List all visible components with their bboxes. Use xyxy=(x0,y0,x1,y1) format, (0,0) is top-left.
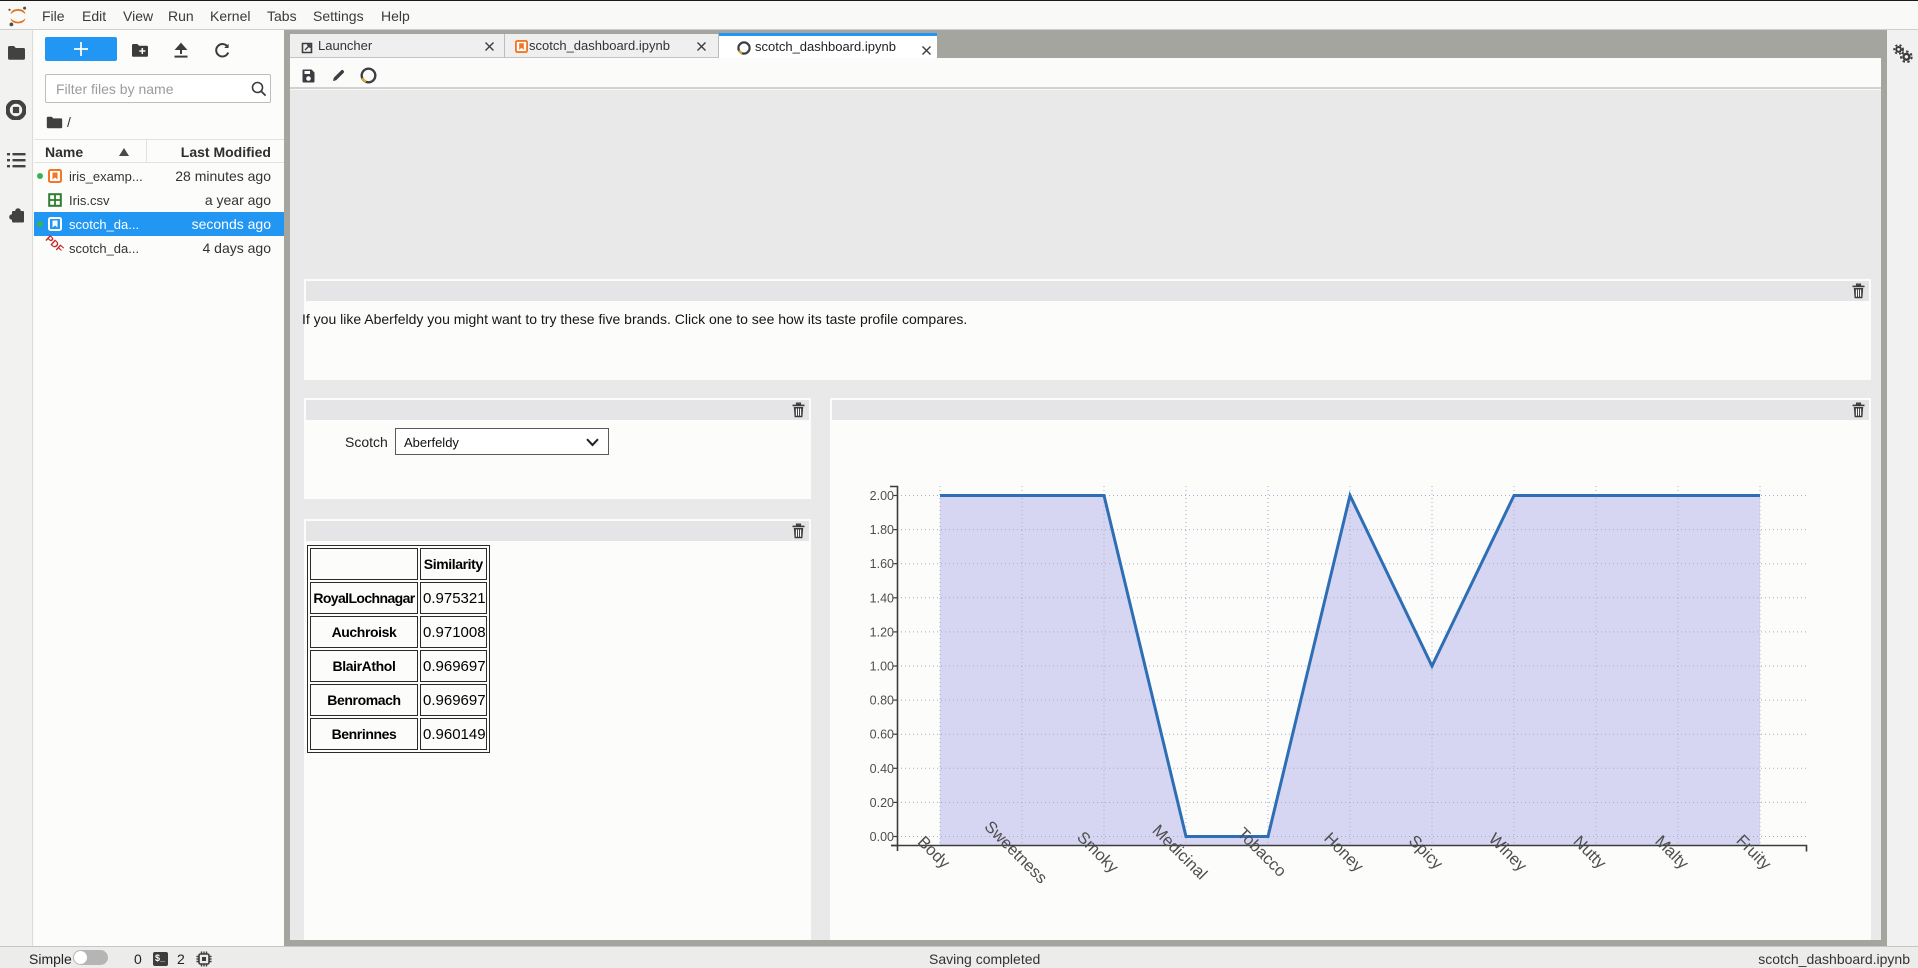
svg-text:0.60: 0.60 xyxy=(870,728,894,742)
svg-text:0.40: 0.40 xyxy=(870,762,894,776)
svg-text:1.20: 1.20 xyxy=(870,625,894,639)
svg-text:1.40: 1.40 xyxy=(870,591,894,605)
svg-text:0.00: 0.00 xyxy=(870,830,894,844)
svg-text:1.00: 1.00 xyxy=(870,660,894,674)
svg-text:1.80: 1.80 xyxy=(870,523,894,537)
svg-text:1.60: 1.60 xyxy=(870,557,894,571)
svg-text:2.00: 2.00 xyxy=(870,489,894,503)
svg-text:0.20: 0.20 xyxy=(870,796,894,810)
svg-text:0.80: 0.80 xyxy=(870,694,894,708)
